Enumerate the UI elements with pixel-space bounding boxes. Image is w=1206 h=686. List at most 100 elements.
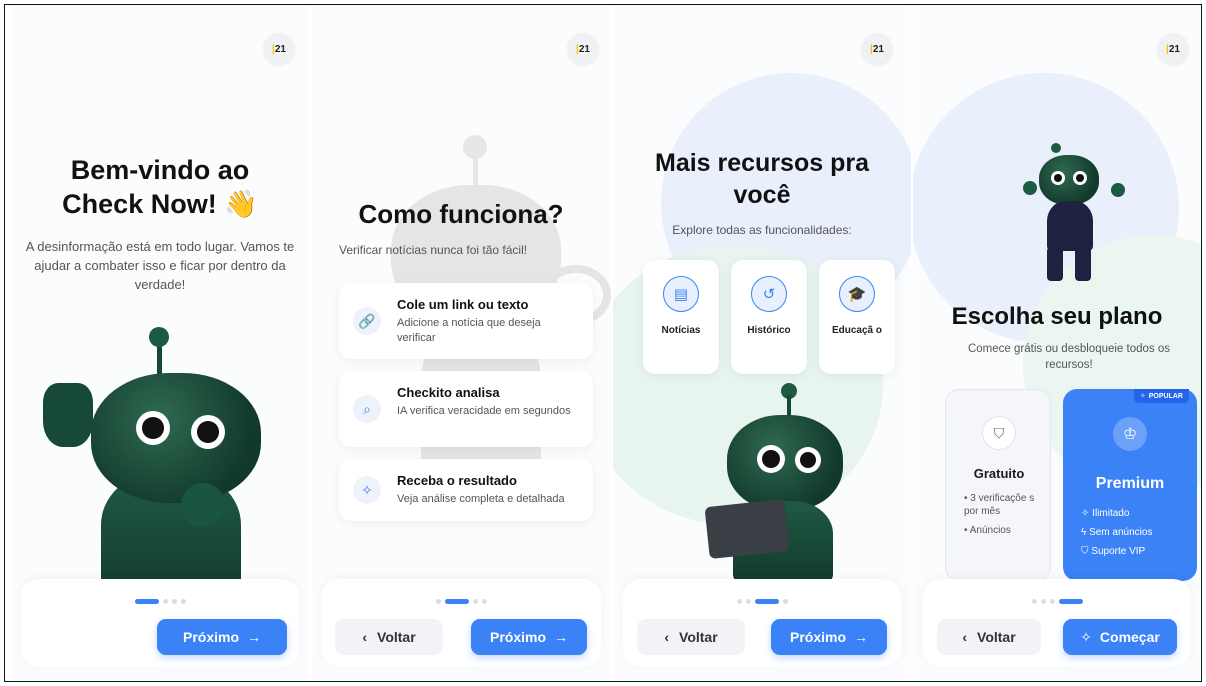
features-title-line2: você (733, 181, 791, 209)
popular-badge: ✧ POPULAR (1133, 389, 1189, 403)
sparkles-icon: ✧ (1081, 508, 1090, 519)
chevron-left-icon: ‹ (362, 629, 368, 645)
bottom-nav: ‹ Voltar ✧ Começar (923, 579, 1191, 667)
screen-plans: | 21 Escolha seu plano Comece grátis ou d… (913, 5, 1201, 681)
bottom-nav: ‹ Voltar Próximo → (321, 579, 601, 667)
chevron-left-icon: ‹ (664, 629, 670, 645)
page-dot-4 (782, 599, 788, 604)
robot-mascot-waving (41, 323, 291, 603)
start-button[interactable]: ✧ Começar (1063, 619, 1177, 655)
page-dot-2 (444, 599, 469, 604)
plan-card-free[interactable]: ⛉ Gratuito • 3 verificaçõe s por mês • A… (945, 389, 1051, 581)
start-button-label: Começar (1099, 629, 1160, 645)
next-button-label: Próximo (182, 629, 239, 645)
app-logo: | 21 (861, 33, 893, 65)
step-card-title: Cole um link ou texto (397, 297, 529, 312)
step-card: ✧ Receba o resultado Veja análise comple… (339, 459, 593, 521)
page-dot-1 (1031, 599, 1037, 604)
bottom-nav: ‹ Voltar Próximo → (623, 579, 901, 667)
arrow-right-icon: → (854, 629, 868, 645)
sparkles-icon: ✧ (1139, 393, 1146, 400)
back-button-label: Voltar (377, 629, 416, 645)
next-button[interactable]: Próximo → (471, 619, 587, 655)
plans-subtitle: Comece grátis ou desbloqueie todos os re… (967, 343, 1170, 371)
feature-label: Notícias (661, 325, 701, 336)
page-dot-1 (736, 599, 742, 604)
app-logo: | 21 (263, 33, 295, 65)
plan-premium-features: ✧ Ilimitado ϟ Sem anúncios ⛉ Suporte VIP (1081, 507, 1191, 564)
step-card-title: Receba o resultado (397, 473, 517, 488)
sparkles-icon: ✧ (1080, 628, 1092, 645)
plans-title: Escolha seu plano (951, 303, 1163, 330)
feature-card-history[interactable]: ↺ Histórico (731, 260, 807, 374)
step-card-desc: Veja análise completa e detalhada (397, 493, 565, 505)
welcome-subtitle: A desinformação está em todo lugar. Vamo… (25, 239, 295, 292)
screen-how-it-works: | 21 Como funciona? Verificar notícias nu… (311, 5, 611, 681)
chevron-left-icon: ‹ (962, 629, 968, 645)
step-card: 🔗 Cole um link ou texto Adicione a notíc… (339, 283, 593, 359)
plan-premium-name: Premium (1095, 475, 1165, 492)
page-dot-2 (162, 599, 168, 604)
back-button[interactable]: ‹ Voltar (335, 619, 443, 655)
next-button[interactable]: Próximo → (771, 619, 887, 655)
page-dot-3 (754, 599, 779, 604)
back-button[interactable]: ‹ Voltar (937, 619, 1041, 655)
features-title: Mais recursos pra você (613, 147, 911, 211)
tablet-icon (704, 498, 790, 560)
shield-icon: ⛉ (1081, 546, 1089, 557)
plan-free-features: • 3 verificaçõe s por mês • Anúncios (964, 492, 1042, 543)
award-icon: ♔ (1113, 417, 1147, 451)
app-logo: | 21 (567, 33, 599, 65)
step-card: ⌕ Checkito analisa IA verifica veracidad… (339, 371, 593, 447)
plan-feature-item: ⛉ Suporte VIP (1081, 546, 1146, 557)
back-button-label: Voltar (977, 629, 1016, 645)
features-title-line1: Mais recursos pra (655, 149, 869, 177)
page-dot-4 (180, 599, 186, 604)
page-dot-2 (1040, 599, 1046, 604)
next-button[interactable]: Próximo → (157, 619, 287, 655)
how-subtitle: Verificar notícias nunca foi tão fácil! (339, 243, 528, 257)
plan-feature-item: • Anúncios (964, 525, 1011, 536)
back-button-label: Voltar (679, 629, 718, 645)
page-dot-2 (745, 599, 751, 604)
sparkles-icon: ✧ (353, 476, 381, 504)
graduation-cap-icon: 🎓 (839, 276, 875, 312)
step-card-desc: Adicione a notícia que deseja verificar (397, 317, 541, 344)
page-dot-4 (481, 599, 487, 604)
search-icon: ⌕ (353, 395, 381, 423)
page-dot-3 (472, 599, 478, 604)
newspaper-icon: ▤ (663, 276, 699, 312)
history-icon: ↺ (751, 276, 787, 312)
arrow-right-icon: → (247, 629, 261, 645)
zap-icon: ϟ (1081, 527, 1087, 538)
onboarding-frame: | 21 Bem-vindo ao Check Now! 👋 A desinfor… (4, 4, 1202, 682)
features-subtitle: Explore todas as funcionalidades: (672, 223, 852, 237)
plan-feature-item: ϟ Sem anúncios (1081, 527, 1153, 538)
page-indicator (623, 599, 901, 604)
page-indicator (923, 599, 1191, 604)
page-dot-1 (134, 599, 159, 604)
arrow-right-icon: → (554, 629, 568, 645)
page-indicator (21, 599, 299, 604)
page-dot-1 (435, 599, 441, 604)
welcome-title-line2: Check Now! 👋 (62, 189, 258, 219)
shield-icon: ⛉ (982, 416, 1016, 450)
robot-mascot-tablet (693, 383, 843, 583)
plan-feature-item: ✧ Ilimitado (1081, 508, 1130, 519)
feature-card-news[interactable]: ▤ Notícias (643, 260, 719, 374)
back-button[interactable]: ‹ Voltar (637, 619, 745, 655)
page-dot-4 (1058, 599, 1083, 604)
step-card-title: Checkito analisa (397, 385, 500, 400)
feature-card-education[interactable]: 🎓 Educaçã o (819, 260, 895, 374)
robot-mascot-suit (1023, 143, 1133, 283)
page-dot-3 (1049, 599, 1055, 604)
next-button-label: Próximo (789, 629, 846, 645)
plan-free-name: Gratuito (973, 466, 1025, 481)
feature-label: Educaçã o (831, 325, 883, 336)
step-card-desc: IA verifica veracidade em segundos (397, 405, 571, 417)
next-button-label: Próximo (489, 629, 546, 645)
plan-card-premium[interactable]: ✧ POPULAR ♔ Premium ✧ Ilimitado ϟ Sem anú… (1063, 389, 1197, 581)
link-icon: 🔗 (353, 307, 381, 335)
page-indicator (321, 599, 601, 604)
page-dot-3 (171, 599, 177, 604)
